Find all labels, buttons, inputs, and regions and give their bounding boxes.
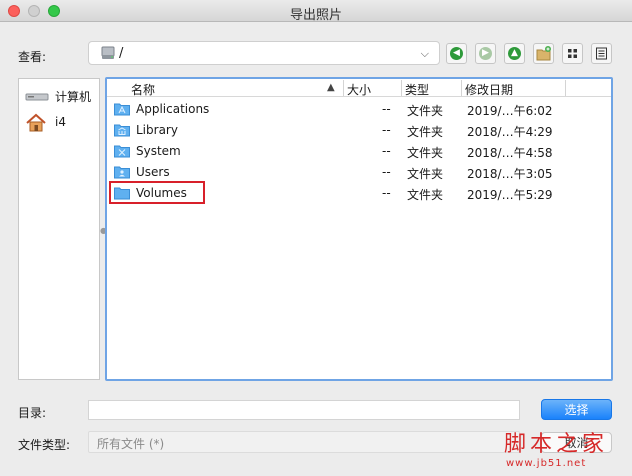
file-type-select[interactable]: 所有文件 (*) [88,431,520,453]
file-name: Applications [136,102,210,116]
file-list-header: 名称 ▲ 大小 类型 修改日期 [107,79,611,97]
hard-drive-icon [101,46,115,59]
column-header-name[interactable]: 名称 [131,81,155,98]
back-button[interactable]: ◀ [446,43,467,64]
computer-icon [25,93,49,101]
sidebar-item-computer[interactable]: 计算机 [25,86,97,106]
applications-folder-icon [114,103,130,116]
home-icon [26,113,46,132]
column-header-date[interactable]: 修改日期 [465,81,513,98]
system-folder-icon [114,145,130,158]
file-type: 文件夹 [407,104,444,118]
choose-button[interactable]: 选择 [541,399,612,420]
annotation-highlight-box [109,181,205,204]
file-date: 2018/…午4:29 [467,125,553,139]
table-row[interactable]: System -- 文件夹 2018/…午4:58 [107,141,611,162]
file-size: -- [382,144,391,158]
library-folder-icon [114,124,130,137]
look-in-label: 查看: [18,50,47,64]
table-row[interactable]: Library -- 文件夹 2018/…午4:29 [107,120,611,141]
icon-view-button[interactable] [562,43,583,64]
table-row[interactable]: Users -- 文件夹 2018/…午3:05 [107,162,611,183]
sidebar-item-home[interactable]: i4 [25,113,97,133]
file-name: System [136,144,181,158]
file-size: -- [382,123,391,137]
new-folder-icon [536,46,551,61]
directory-input[interactable] [88,400,520,420]
new-folder-button[interactable] [533,43,554,64]
file-type-label: 文件类型: [18,438,71,452]
column-divider[interactable] [401,80,402,96]
chevron-down-icon: ⌵ [420,47,429,60]
up-folder-button[interactable]: ▲ [504,43,525,64]
title-bar: 导出照片 [0,0,632,23]
column-divider[interactable] [565,80,566,96]
file-list: 名称 ▲ 大小 类型 修改日期 Applications -- 文件夹 2019… [105,77,613,381]
forward-button[interactable]: ▶ [475,43,496,64]
watermark-url: www.jb51.net [506,458,587,469]
watermark: 脚本之家 www.jb51.net [504,426,628,472]
file-size: -- [382,102,391,116]
file-size: -- [382,165,391,179]
current-path: / [119,46,124,61]
file-date: 2018/…午4:58 [467,146,553,160]
grid-view-icon [568,49,577,58]
file-size: -- [382,186,391,200]
window-title: 导出照片 [289,8,342,23]
list-view-icon [596,47,607,60]
column-header-size[interactable]: 大小 [347,81,371,98]
users-folder-icon [114,166,130,179]
file-type: 文件夹 [407,125,444,139]
watermark-title: 脚本之家 [504,432,609,457]
file-type: 文件夹 [407,146,444,160]
splitter-handle[interactable]: ● [100,226,107,235]
file-type: 文件夹 [407,167,444,181]
path-combobox[interactable]: / ⌵ [88,41,440,65]
detail-view-button[interactable] [591,43,612,64]
column-header-type[interactable]: 类型 [405,81,429,98]
column-divider[interactable] [343,80,344,96]
sidebar-item-label: 计算机 [55,90,92,104]
file-name: Users [136,165,170,179]
arrow-left-circle-icon: ◀ [450,47,463,60]
column-divider[interactable] [461,80,462,96]
file-date: 2018/…午3:05 [467,167,553,181]
sort-ascending-icon: ▲ [327,82,335,93]
directory-label: 目录: [18,406,47,420]
export-photos-dialog: 导出照片 查看: / ⌵ ◀ ▶ ▲ 计算机 i4 ● 名称 ▲ 大小 类型 修… [0,0,632,476]
file-name: Library [136,123,178,137]
file-type: 文件夹 [407,188,444,202]
arrow-up-circle-icon: ▲ [508,47,521,60]
file-date: 2019/…午6:02 [467,104,553,118]
sidebar-item-label: i4 [55,115,66,129]
arrow-right-circle-icon: ▶ [479,47,492,60]
table-row[interactable]: Applications -- 文件夹 2019/…午6:02 [107,99,611,120]
file-date: 2019/…午5:29 [467,188,553,202]
file-type-value: 所有文件 (*) [97,437,165,451]
sidebar: 计算机 i4 [18,78,100,380]
